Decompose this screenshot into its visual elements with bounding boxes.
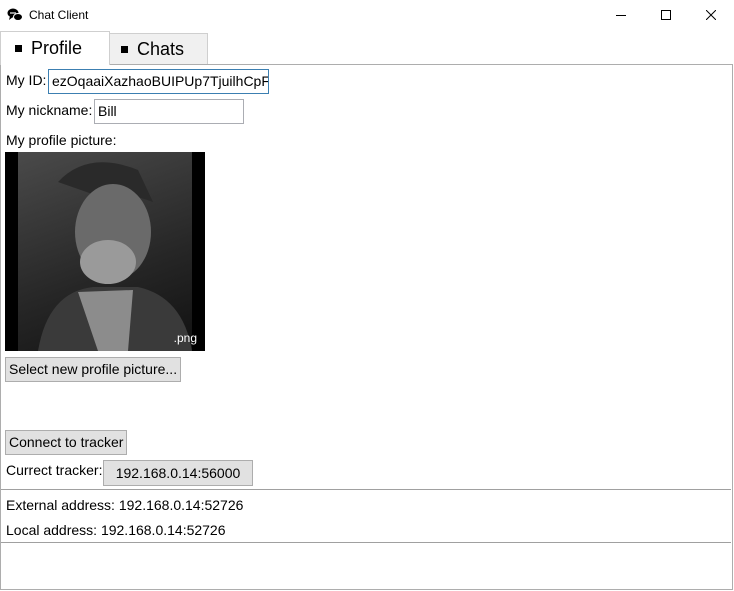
tab-chats[interactable]: Chats <box>110 33 208 65</box>
close-button[interactable] <box>688 0 734 30</box>
tab-chats-label: Chats <box>137 39 185 59</box>
nickname-label: My nickname: <box>6 102 93 118</box>
my-id-label: My ID: <box>6 72 47 88</box>
profile-photo-image <box>18 152 192 351</box>
external-address: External address: 192.168.0.14:52726 <box>6 497 244 513</box>
title-bar: Chat Client <box>0 0 734 30</box>
maximize-icon <box>661 10 671 20</box>
tab-bullet-icon <box>15 45 22 52</box>
chat-bubbles-icon <box>7 7 23 23</box>
profile-picture: .png <box>5 152 205 351</box>
minimize-button[interactable] <box>598 0 644 30</box>
picture-extension-label: .png <box>173 331 197 345</box>
tab-profile[interactable]: Profile <box>0 31 110 65</box>
current-tracker-value[interactable]: 192.168.0.14:56000 <box>103 460 253 486</box>
connect-tracker-button[interactable]: Connect to tracker <box>5 430 128 455</box>
profile-picture-label: My profile picture: <box>6 132 117 148</box>
local-address: Local address: 192.168.0.14:52726 <box>6 522 226 538</box>
nickname-field[interactable]: Bill <box>94 99 244 124</box>
tab-profile-label: Profile <box>31 38 83 58</box>
my-id-field[interactable]: ezOqaaiXazhaoBUIPUp7TjuilhCpFK <box>48 69 269 94</box>
close-icon <box>706 10 716 20</box>
window-title: Chat Client <box>29 8 89 22</box>
portrait-silhouette <box>38 162 192 351</box>
divider <box>1 542 731 543</box>
maximize-button[interactable] <box>643 0 689 30</box>
divider <box>1 489 731 490</box>
minimize-icon <box>616 15 626 16</box>
select-profile-picture-button[interactable]: Select new profile picture... <box>5 357 182 382</box>
current-tracker-label: Currect tracker: <box>6 462 103 478</box>
tab-bullet-icon <box>121 46 128 53</box>
